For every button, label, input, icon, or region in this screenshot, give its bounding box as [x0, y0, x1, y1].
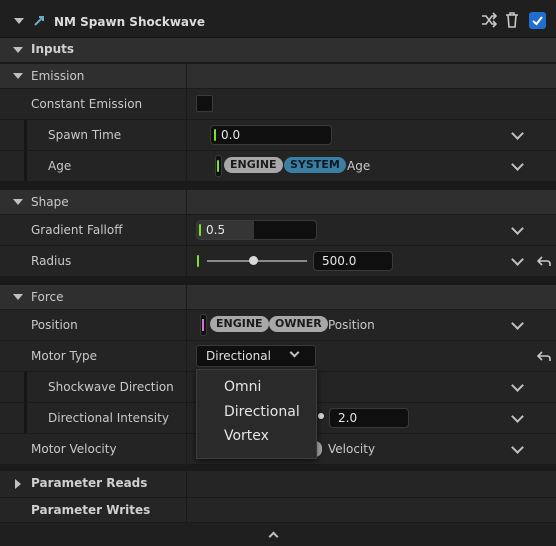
expand-arrow-icon[interactable] — [15, 479, 21, 489]
chevron-down-icon[interactable] — [511, 441, 524, 454]
shape-label: Shape — [31, 195, 69, 209]
expand-arrow-icon[interactable] — [13, 199, 23, 205]
menu-item-directional[interactable]: Directional — [224, 404, 300, 420]
inputs-label: Inputs — [31, 42, 75, 56]
parameter-writes-label: Parameter Writes — [31, 503, 151, 517]
chevron-down-icon[interactable] — [511, 158, 524, 171]
enable-checkbox[interactable] — [529, 12, 546, 29]
force-label: Force — [31, 290, 64, 304]
force-category[interactable]: Force — [0, 285, 556, 309]
parameter-reads-label: Parameter Reads — [31, 476, 148, 490]
age-label: Age — [48, 159, 72, 173]
chevron-down-icon[interactable] — [511, 253, 524, 266]
motor-type-menu: Omni Directional Vortex — [196, 369, 317, 459]
age-marker — [217, 160, 219, 172]
expand-arrow-icon[interactable] — [13, 294, 23, 300]
chevron-down-icon[interactable] — [511, 127, 524, 140]
parameter-writes-row[interactable]: Parameter Writes — [0, 498, 556, 522]
age-parameter-name: Age — [347, 159, 371, 173]
menu-item-vortex[interactable]: Vortex — [224, 428, 269, 444]
motor-type-label: Motor Type — [31, 349, 98, 363]
motor-velocity-parameter-name: Velocity — [328, 442, 376, 456]
system-pill: SYSTEM — [284, 157, 346, 173]
expand-arrow-icon[interactable] — [13, 47, 23, 53]
chevron-down-icon[interactable] — [511, 222, 524, 235]
spawn-time-input[interactable]: 0.0 — [210, 125, 332, 145]
engine-pill: ENGINE — [224, 157, 283, 173]
shockwave-direction-label: Shockwave Direction — [48, 380, 174, 394]
position-row: Position ENGINE OWNER Position — [0, 310, 556, 340]
inputs-category[interactable]: Inputs — [0, 38, 556, 62]
menu-item-omni[interactable]: Omni — [224, 379, 261, 395]
shuffle-icon[interactable] — [481, 12, 497, 28]
directional-intensity-input[interactable]: 2.0 — [329, 408, 409, 428]
emission-category[interactable]: Emission — [0, 64, 556, 88]
directional-intensity-label: Directional Intensity — [48, 411, 169, 425]
emission-label: Emission — [31, 69, 85, 83]
position-marker — [202, 319, 204, 331]
position-label: Position — [31, 318, 78, 332]
motor-type-dropdown[interactable]: Directional — [196, 345, 316, 367]
motor-type-row: Motor Type Directional — [0, 341, 556, 371]
constant-emission-label: Constant Emission — [31, 97, 143, 111]
module-title: NM Spawn Shockwave — [54, 15, 205, 29]
owner-pill: OWNER — [269, 316, 328, 332]
constant-emission-checkbox[interactable] — [196, 95, 213, 112]
chevron-down-icon — [289, 347, 300, 358]
constant-emission-row: Constant Emission — [0, 89, 556, 119]
chevron-down-icon[interactable] — [511, 379, 524, 392]
collapse-bar[interactable] — [0, 523, 556, 546]
radius-label: Radius — [31, 254, 72, 268]
collapse-arrow-icon[interactable] — [14, 18, 24, 24]
module-header: NM Spawn Shockwave — [0, 0, 556, 38]
radius-row: Radius 500.0 — [0, 246, 556, 276]
position-parameter-name: Position — [328, 318, 375, 332]
chevron-down-icon[interactable] — [511, 317, 524, 330]
spawn-time-label: Spawn Time — [48, 128, 122, 142]
parameter-reads-row[interactable]: Parameter Reads — [0, 471, 556, 497]
spawn-time-marker — [214, 129, 216, 141]
shape-category[interactable]: Shape — [0, 190, 556, 214]
chevron-up-icon[interactable] — [268, 531, 279, 542]
chevron-down-icon[interactable] — [511, 410, 524, 423]
intensity-slider-handle[interactable] — [318, 413, 324, 419]
spawn-time-row: Spawn Time 0.0 — [0, 120, 556, 150]
radius-input[interactable]: 500.0 — [313, 251, 393, 271]
gradient-falloff-marker — [199, 224, 201, 236]
radius-slider-handle[interactable] — [249, 256, 258, 265]
expand-arrow-icon[interactable] — [13, 73, 23, 79]
reset-arrow-icon[interactable] — [537, 255, 551, 267]
gradient-falloff-label: Gradient Falloff — [31, 223, 123, 237]
gradient-falloff-row: Gradient Falloff 0.5 — [0, 215, 556, 245]
age-row: Age ENGINE SYSTEM Age — [0, 151, 556, 181]
reset-arrow-icon[interactable] — [537, 350, 551, 362]
radius-marker — [197, 255, 199, 267]
engine-pill: ENGINE — [210, 316, 269, 332]
trash-icon[interactable] — [504, 11, 520, 29]
module-icon — [34, 16, 44, 26]
gradient-falloff-input[interactable]: 0.5 — [196, 220, 317, 240]
motor-velocity-label: Motor Velocity — [31, 442, 117, 456]
